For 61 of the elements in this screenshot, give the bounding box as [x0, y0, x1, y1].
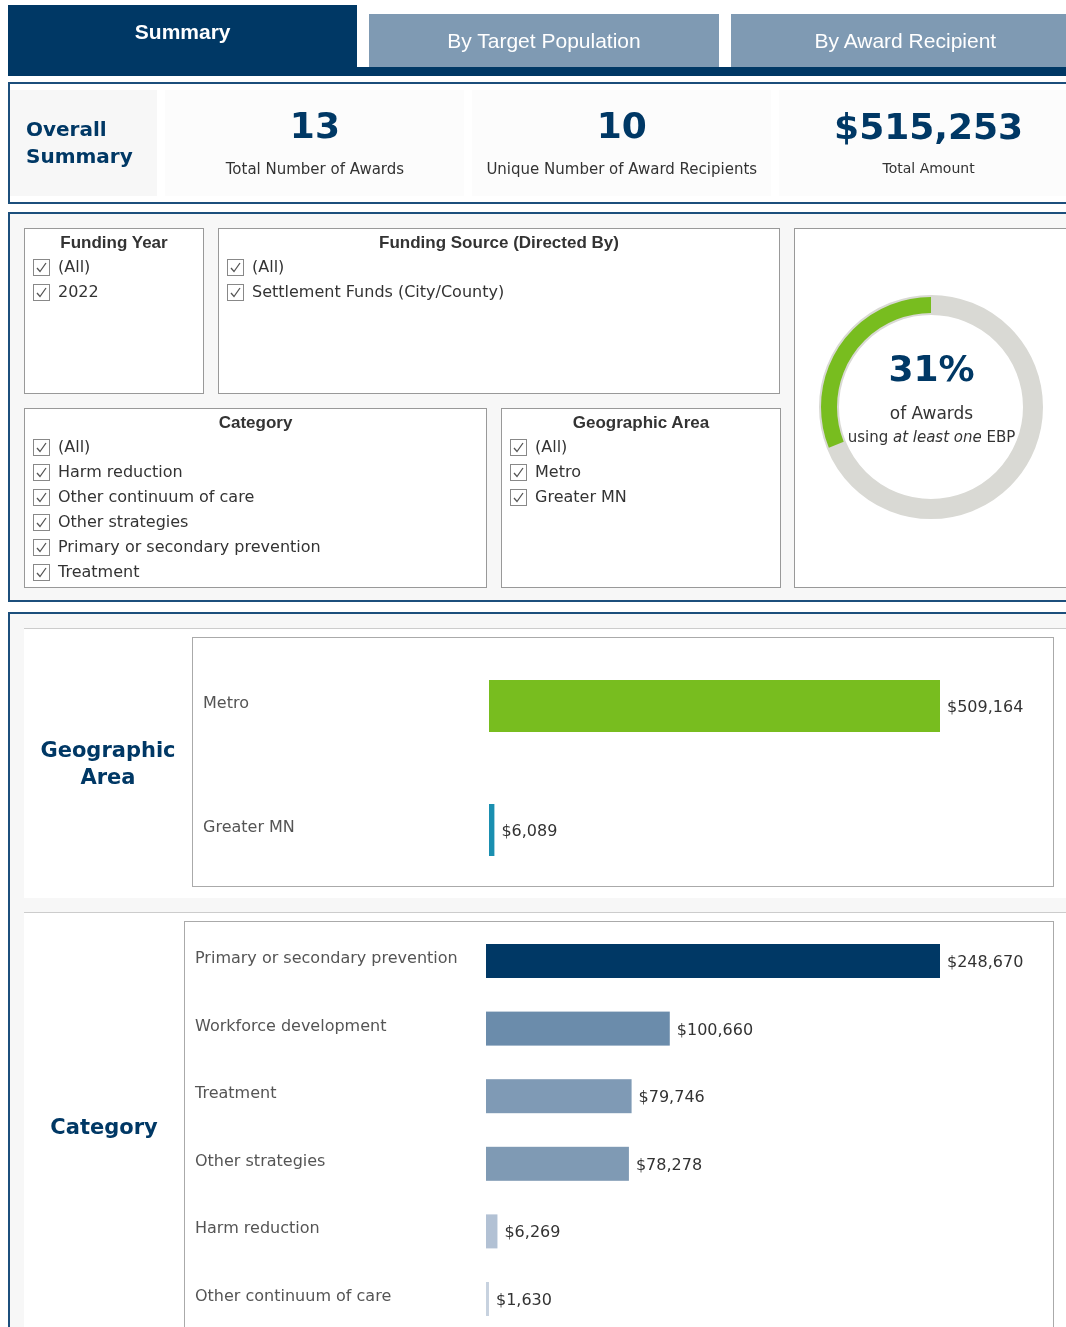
- stat-value: 13: [289, 105, 340, 146]
- bar-label: Other continuum of care: [195, 1286, 392, 1305]
- checkbox[interactable]: [227, 258, 244, 276]
- checkbox-label: Treatment: [58, 561, 140, 584]
- checkbox[interactable]: [510, 463, 527, 481]
- stat-label: Total Number of Awards: [225, 158, 405, 180]
- bar-label: Other strategies: [195, 1150, 326, 1170]
- checkbox[interactable]: [33, 438, 50, 456]
- checkbox[interactable]: [33, 538, 50, 556]
- bar-label: Treatment: [195, 1083, 277, 1103]
- value-label: $248,670: [947, 952, 1024, 971]
- stat-label: Total Amount: [882, 159, 975, 179]
- checkbox[interactable]: [33, 283, 50, 301]
- checkbox-label: (All): [535, 436, 568, 459]
- gauge-caption: of Awards: [889, 401, 974, 425]
- filter-title: Funding Source (Directed By): [378, 232, 620, 254]
- checkbox[interactable]: [33, 258, 50, 276]
- value-label: $509,164: [947, 697, 1024, 716]
- checkbox[interactable]: [33, 563, 50, 581]
- value-label: $78,278: [635, 1154, 703, 1174]
- tab[interactable]: By Award Recipient: [730, 14, 1066, 67]
- checkbox[interactable]: [510, 488, 527, 506]
- checkbox-label: Harm reduction: [58, 461, 183, 484]
- value-label: $6,269: [504, 1222, 561, 1242]
- checkbox[interactable]: [227, 283, 244, 301]
- tab[interactable]: By Target Population: [369, 14, 719, 67]
- checkbox-label: Primary or secondary prevention: [58, 536, 321, 559]
- filter-title: Category: [217, 412, 294, 434]
- gauge-percent: 31%: [888, 349, 975, 389]
- value-label: $79,746: [638, 1087, 705, 1107]
- section-title: Geographic Area: [39, 737, 177, 791]
- checkbox-label: Metro: [535, 461, 581, 484]
- value-label: $100,660: [676, 1019, 754, 1039]
- bar-label: Primary or secondary prevention: [195, 948, 458, 967]
- bar-label: Metro: [203, 693, 249, 712]
- stat-label: Unique Number of Award Recipients: [486, 158, 758, 180]
- tab[interactable]: Summary: [8, 5, 358, 67]
- checkbox-label: Greater MN: [535, 486, 627, 509]
- filter-title: Geographic Area: [571, 412, 711, 434]
- bar-label: Harm reduction: [195, 1218, 320, 1238]
- checkbox-label: 2022: [58, 281, 99, 304]
- stat-value: $515,253: [834, 106, 1024, 147]
- checkbox-label: Other strategies: [58, 511, 189, 534]
- checkbox[interactable]: [33, 488, 50, 506]
- stat-value: 10: [596, 105, 647, 146]
- filter-title: Funding Year: [59, 232, 169, 254]
- checkbox-label: Settlement Funds (City/County): [252, 281, 505, 304]
- value-label: $6,089: [501, 821, 558, 840]
- checkbox[interactable]: [33, 513, 50, 531]
- section-title: Category: [49, 1114, 159, 1142]
- gauge-caption: using at least one EBP: [847, 427, 1016, 449]
- checkbox[interactable]: [33, 463, 50, 481]
- checkbox-label: Other continuum of care: [58, 486, 255, 509]
- checkbox[interactable]: [510, 438, 527, 456]
- checkbox-label: (All): [58, 436, 91, 459]
- value-label: $1,630: [496, 1290, 552, 1309]
- checkbox-label: (All): [252, 256, 285, 279]
- bar-label: Workforce development: [195, 1015, 387, 1035]
- checkbox-label: (All): [58, 256, 91, 279]
- summary-title: Overall Summary: [10, 90, 158, 196]
- bar-label: Greater MN: [203, 817, 295, 836]
